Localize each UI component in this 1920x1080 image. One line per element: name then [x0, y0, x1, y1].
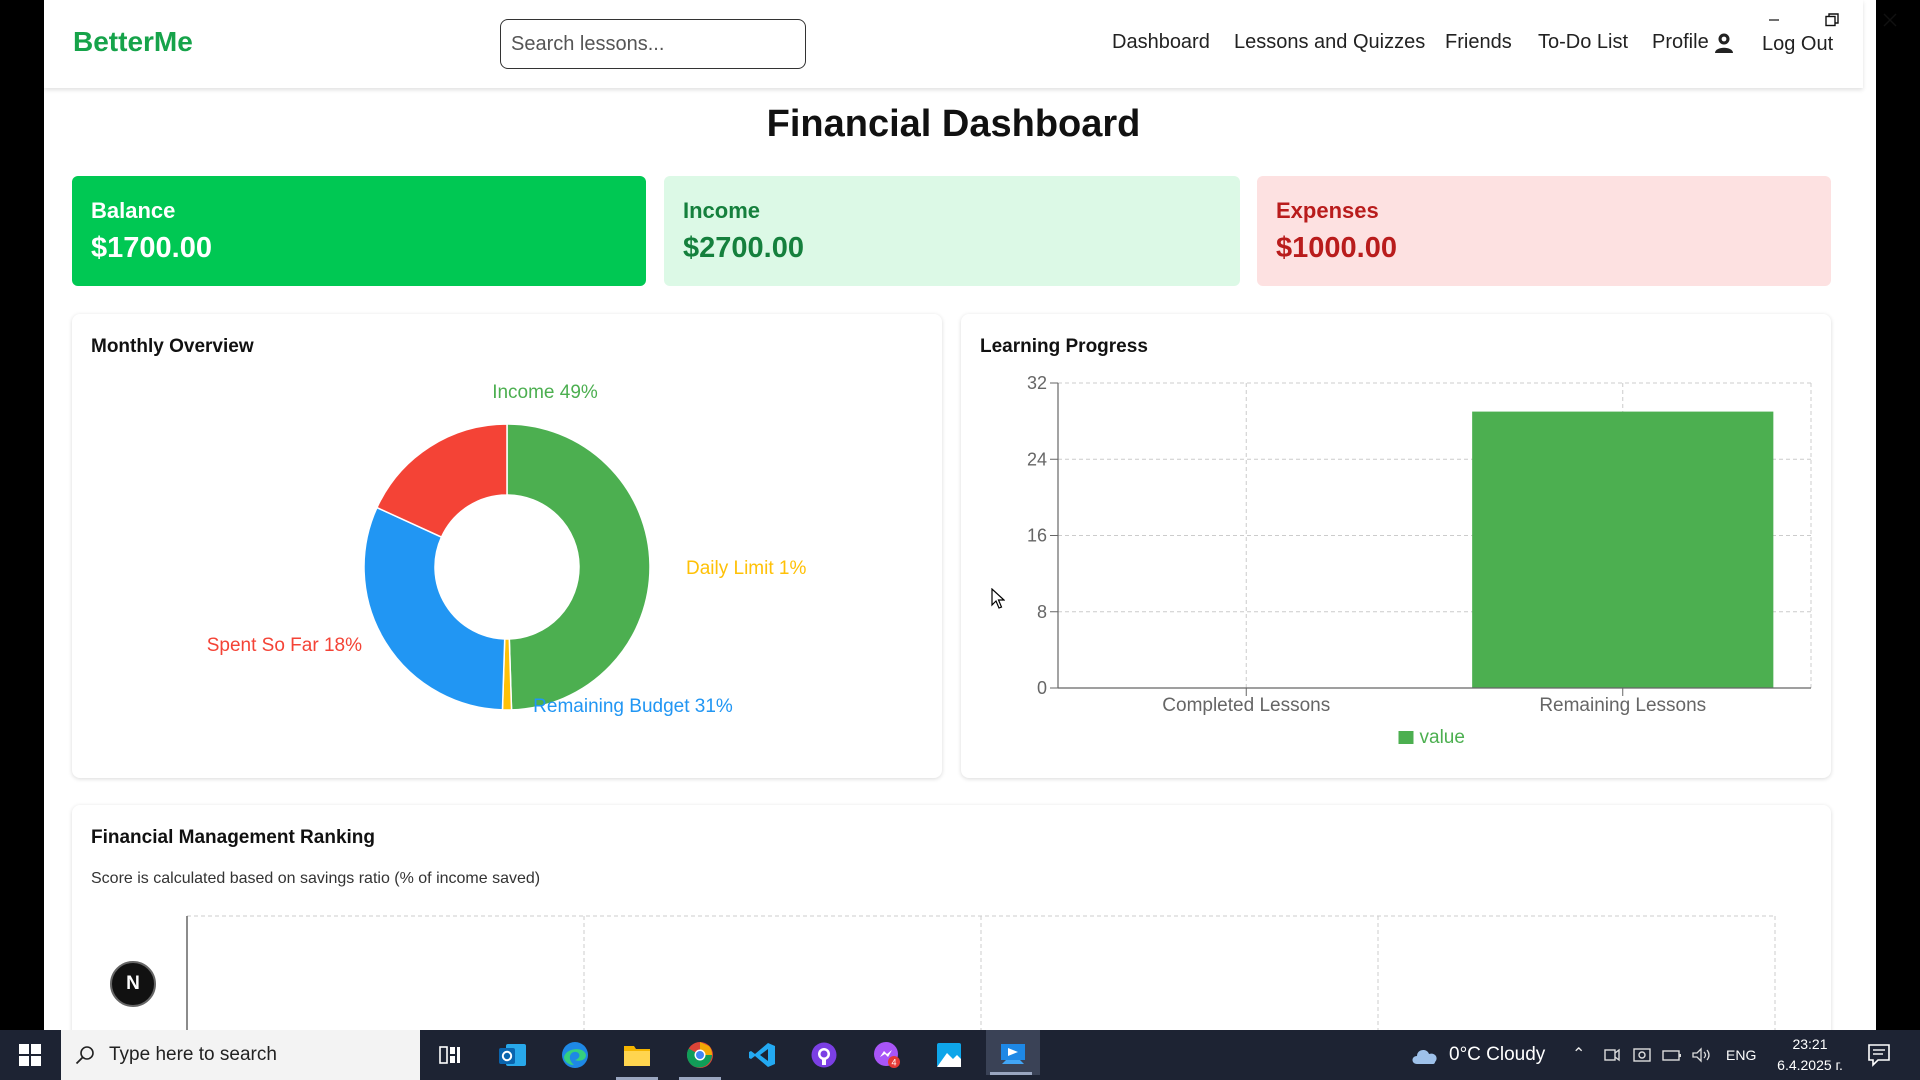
expenses-value: $1000.00 [1276, 232, 1397, 264]
income-card: Income $2700.00 [664, 176, 1240, 286]
minimize-icon [1769, 19, 1779, 21]
navbar: BetterMe Dashboard Lessons and Quizzes F… [44, 0, 1863, 88]
vscode-icon [749, 1043, 775, 1067]
clock-time[interactable]: 23:21 [1775, 1036, 1845, 1052]
restore-button[interactable] [1812, 6, 1852, 34]
user-icon[interactable] [1714, 32, 1734, 54]
chrome-button[interactable] [675, 1035, 725, 1080]
page-title: Financial Dashboard [766, 103, 1141, 145]
y-tick-label: 16 [1027, 526, 1047, 546]
close-button[interactable] [1870, 6, 1910, 34]
close-icon [1883, 13, 1897, 27]
outlook-button[interactable] [488, 1035, 538, 1075]
monthly-overview-title: Monthly Overview [91, 336, 254, 357]
tray-security-icon[interactable] [1633, 1047, 1651, 1063]
task-view-button[interactable] [425, 1035, 475, 1075]
legend-label[interactable]: value [1420, 727, 1465, 748]
paint-icon [937, 1043, 961, 1067]
vscode-button[interactable] [737, 1035, 787, 1075]
minimize-button[interactable] [1754, 6, 1794, 34]
taskbar-search-box[interactable]: Type here to search [61, 1030, 420, 1080]
messenger-icon: 4 [874, 1042, 900, 1068]
monthly-overview-donut-chart: Income 49% Daily Limit 1% Remaining Budget… [207, 382, 807, 717]
bar[interactable] [1472, 411, 1774, 688]
nav-friends[interactable]: Friends [1445, 31, 1512, 54]
language-indicator[interactable]: ENG [1726, 1047, 1756, 1063]
tray-meet-icon[interactable] [1603, 1047, 1621, 1063]
balance-card: Balance $1700.00 [72, 176, 646, 286]
balance-value: $1700.00 [91, 232, 212, 264]
nav-lessons-and-quizzes[interactable]: Lessons and Quizzes [1234, 31, 1425, 54]
mouse-cursor-icon [991, 588, 1005, 609]
nav-dashboard[interactable]: Dashboard [1112, 31, 1210, 54]
remote-desktop-icon [1001, 1043, 1025, 1064]
expenses-card: Expenses $1000.00 [1257, 176, 1831, 286]
monthly-overview-panel: Monthly Overview Income 49% Daily Limit 1… [72, 314, 942, 778]
donut-slice[interactable] [506, 423, 651, 711]
mail-badge-count: 4 [891, 1058, 896, 1068]
search-input[interactable] [500, 19, 806, 69]
clock-date[interactable]: 6.4.2025 г. [1773, 1057, 1847, 1073]
taskbar-search-text: Type here to search [109, 1044, 277, 1065]
balance-label: Balance [91, 198, 176, 223]
taskbar: Type here to search 4 0°C Cloudy ⌃ ENG 2… [0, 1030, 1920, 1080]
learning-progress-title: Learning Progress [980, 336, 1148, 357]
notification-center-icon[interactable] [1866, 1042, 1892, 1068]
expenses-label: Expenses [1276, 198, 1379, 223]
tray-battery-icon[interactable] [1662, 1048, 1682, 1062]
messenger-button[interactable]: 4 [862, 1035, 912, 1075]
ranking-chart-grid [186, 915, 1776, 1030]
income-value: $2700.00 [683, 232, 804, 264]
task-view-icon [439, 1046, 460, 1064]
outlook-icon [499, 1044, 526, 1066]
browser-viewport: BetterMe Dashboard Lessons and Quizzes F… [44, 0, 1876, 1030]
github-icon [811, 1042, 837, 1068]
floating-n-badge[interactable]: N [110, 961, 156, 1007]
cloud-icon [1412, 1050, 1437, 1064]
y-tick-label: 32 [1027, 373, 1047, 393]
remote-desktop-button[interactable] [986, 1030, 1040, 1075]
financial-ranking-panel: Financial Management Ranking Score is ca… [72, 805, 1831, 1030]
chrome-icon [686, 1042, 713, 1068]
edge-icon [562, 1042, 588, 1068]
income-label: Income [683, 198, 761, 223]
y-tick-label: 8 [1037, 602, 1047, 622]
learning-progress-bar-chart: 0 8 16 24 32 Completed Lessons Remaining Lesso… [1027, 373, 1812, 748]
restore-icon [1825, 13, 1839, 27]
x-tick-label: Completed Lessons [1162, 695, 1330, 716]
donut-slice-label: Spent So Far 18% [207, 635, 362, 656]
windows-logo-icon [19, 1044, 41, 1066]
nav-log-out[interactable]: Log Out [1762, 33, 1833, 56]
remote-desktop-running-indicator [990, 1072, 1032, 1075]
donut-slice-label: Remaining Budget 31% [533, 696, 733, 717]
learning-progress-panel: Learning Progress 0 8 16 24 32 Completed Less… [961, 314, 1831, 778]
github-button[interactable] [799, 1035, 849, 1075]
paint-button[interactable] [924, 1035, 974, 1075]
weather-text[interactable]: 0°C Cloudy [1449, 1044, 1545, 1066]
file-explorer-icon [624, 1046, 650, 1066]
y-tick-label: 24 [1027, 449, 1047, 469]
tray-volume-icon[interactable] [1691, 1047, 1713, 1063]
y-tick-label: 0 [1037, 678, 1047, 698]
search-icon [75, 1046, 94, 1065]
nav-todo-list[interactable]: To-Do List [1538, 31, 1628, 54]
nav-profile[interactable]: Profile [1652, 31, 1709, 54]
legend-swatch [1398, 731, 1414, 744]
file-explorer-button[interactable] [612, 1035, 662, 1080]
start-button[interactable] [0, 1030, 60, 1080]
donut-slice-label: Income 49% [492, 382, 598, 403]
donut-slice[interactable] [363, 506, 506, 711]
logo[interactable]: BetterMe [73, 26, 193, 58]
edge-button[interactable] [550, 1035, 600, 1075]
x-tick-label: Remaining Lessons [1539, 695, 1706, 716]
tray-chevron-up-icon[interactable]: ⌃ [1572, 1044, 1585, 1064]
donut-slice-label: Daily Limit 1% [686, 558, 806, 579]
